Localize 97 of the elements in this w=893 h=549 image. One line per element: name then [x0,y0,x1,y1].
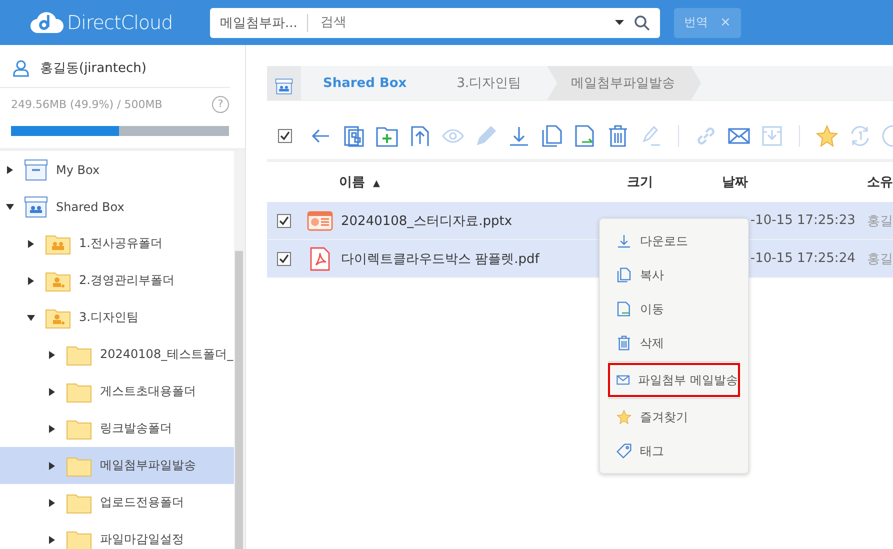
column-header[interactable]: 크기 [626,173,722,191]
folder-icon [66,492,92,514]
tree-label: 3.디자인팀 [79,309,138,326]
tree-item[interactable]: 3.디자인팀 [0,299,234,336]
tree-item[interactable]: My Box [0,151,234,188]
tree-item[interactable]: 1.전사공유폴더 [0,225,234,262]
tree-label: 링크발송폴더 [100,420,172,437]
menu-label: 이동 [640,300,664,318]
menu-item[interactable]: 삭제 [608,326,740,360]
expander-icon[interactable] [6,202,14,210]
expander-icon[interactable] [48,498,56,506]
row-checkbox[interactable] [277,214,291,228]
upload-icon[interactable] [408,124,432,148]
shared-box-icon [24,196,48,218]
delete-icon[interactable] [606,124,630,148]
menu-item[interactable]: 즐겨찾기 [608,400,740,434]
menu-item[interactable]: 태그 [608,434,740,468]
newfolder-icon[interactable] [375,124,399,148]
search-field[interactable]: 메일첨부파... 검색 [210,8,660,38]
user-name: 홍길동(jirantech) [40,60,146,77]
folder-icon [66,344,92,366]
copy-icon [616,267,632,283]
tag-icon [616,443,632,459]
tree-label: 20240108_테스트폴더_ [100,346,234,363]
menu-label: 삭제 [640,334,664,352]
menu-item[interactable]: 이동 [608,292,740,326]
tree-item[interactable]: 업로드전용폴더 [0,484,234,521]
logo-text: DirectCloud [67,12,173,34]
folder-icon [66,528,92,549]
expander-icon[interactable] [48,536,56,544]
expander-icon[interactable] [27,276,35,284]
select-all-checkbox[interactable] [278,129,292,143]
menu-label: 즐겨찾기 [640,408,688,426]
file-owner: 홍길 [867,212,893,230]
breadcrumb-item[interactable]: 3.디자인팀 [432,66,548,100]
expander-icon[interactable] [48,388,56,396]
scrollbar-thumb[interactable] [235,251,243,549]
column-header[interactable]: 이름 ▲ [339,173,627,191]
team-folder-icon [45,232,71,254]
user-folder-icon [45,270,71,292]
tree-item[interactable]: 20240108_테스트폴더_ [0,336,234,373]
expander-icon[interactable] [27,314,35,322]
column-header[interactable]: 날짜 [722,173,867,191]
tree-label: 게스트초대용폴더 [100,383,196,400]
move-icon [616,301,632,317]
search-scope[interactable]: 메일첨부파... [220,14,308,32]
tree-item[interactable]: Shared Box [0,188,234,225]
copy-icon[interactable] [540,124,564,148]
storage-usage-text: 249.56MB (49.9%) / 500MB [11,98,162,111]
tree-item[interactable]: 파일마감일설정 [0,521,234,549]
scrollbar[interactable] [234,151,245,549]
expander-icon[interactable] [48,424,56,432]
column-header[interactable]: 소유 [867,173,893,191]
file-name: 20240108_스터디자료.pptx [341,212,514,230]
tree-item[interactable]: 메일첨부파일발송 [0,447,234,484]
file-date: -10-15 17:25:23 [750,213,856,228]
file-date: -10-15 17:25:24 [750,251,856,266]
presentation-file-icon [307,210,333,232]
menu-item[interactable]: 파일첨부 메일발송 [608,363,740,397]
breadcrumb-item[interactable]: 메일첨부파일발송 [547,66,702,100]
tree-label: 메일첨부파일발송 [100,457,196,474]
box-icon [24,158,48,180]
dropdown-caret-icon[interactable] [615,20,624,25]
tree-item[interactable]: 링크발송폴더 [0,410,234,447]
expander-icon[interactable] [6,166,14,174]
folder-icon [66,380,92,402]
folder-icon [66,454,92,476]
tree-label: 1.전사공유폴더 [79,235,162,252]
star-icon [616,409,632,425]
folder-icon [66,418,92,440]
file-owner: 홍길 [867,250,893,268]
file-name: 다이렉트클라우드박스 팜플렛.pdf [341,250,541,268]
tree-label: My Box [56,162,100,176]
tree-item[interactable]: 게스트초대용폴더 [0,373,234,410]
tree-item[interactable]: 2.경영관리부폴더 [0,262,234,299]
row-checkbox[interactable] [277,252,291,266]
menu-label: 태그 [640,442,664,460]
download-icon[interactable] [507,124,531,148]
tree-label: Shared Box [56,200,124,214]
copybox-icon[interactable] [342,124,366,148]
tree-label: 업로드전용폴더 [100,494,184,511]
search-icon[interactable] [634,14,650,30]
cloud-logo-icon [30,10,64,34]
translate-label: 번역 [684,14,708,31]
expander-icon[interactable] [48,462,56,470]
tree-label: 2.경영관리부폴더 [79,272,174,289]
user-folder-icon [45,306,71,328]
expander-icon[interactable] [27,240,35,248]
delete-icon [616,335,632,351]
expander-icon[interactable] [48,350,56,358]
download-icon [616,233,632,249]
move-icon[interactable] [573,124,597,148]
menu-label: 파일첨부 메일발송 [638,372,738,388]
user-icon [12,59,30,77]
tree-label: 파일마감일설정 [100,531,184,548]
star-icon[interactable] [815,124,839,148]
shared-box-icon[interactable] [267,66,301,100]
